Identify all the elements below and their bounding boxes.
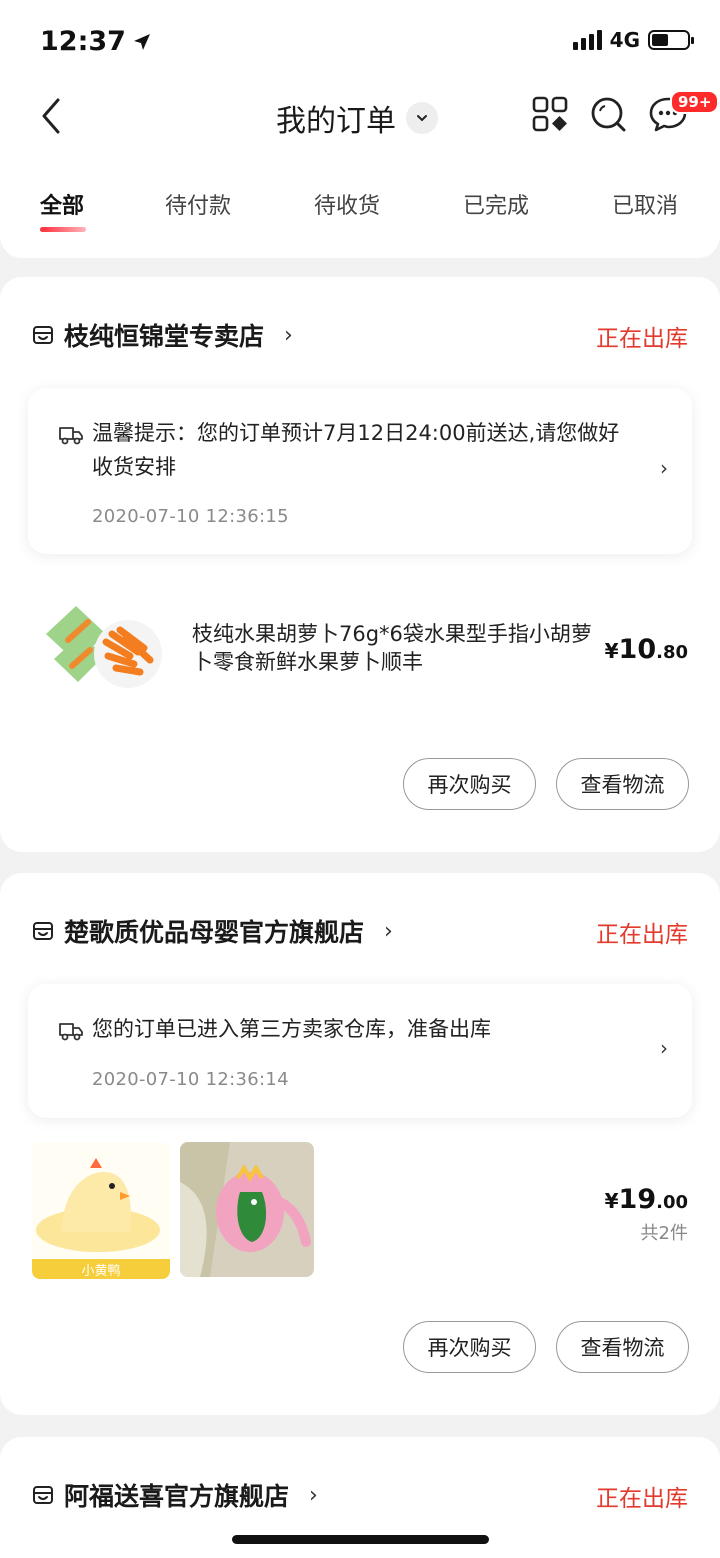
tip-text: 您的订单已进入第三方卖家仓库，准备出库 [92,1017,491,1041]
order-status: 正在出库 [596,922,688,948]
header-section: 12:37 4G 我的订单 99+ 全部 待付款 待收货 已完成 已取消 [0,0,720,258]
tab-all[interactable]: 全部 [40,188,84,220]
view-logistics-button[interactable]: 查看物流 [556,1321,689,1373]
order-card[interactable]: 楚歌质优品母婴官方旗舰店 › 正在出库 您的订单已进入第三方卖家仓库，准备出库 … [0,873,720,1415]
tab-pending-receipt[interactable]: 待收货 [314,188,380,220]
item-count: 共2件 [640,1223,688,1244]
active-tab-indicator [40,227,86,232]
page-title[interactable]: 我的订单 [276,96,438,140]
location-arrow-icon [133,33,150,50]
status-indicators: 4G [572,28,694,52]
chevron-right-icon: › [384,918,393,944]
chevron-down-icon[interactable] [406,102,438,134]
order-card[interactable]: 枝纯恒锦堂专卖店 › 正在出库 温馨提示：您的订单预计7月12日24:00前送达… [0,277,720,852]
shop-icon [33,1486,53,1504]
truck-icon [59,1023,83,1041]
back-arrow-icon[interactable] [34,94,74,138]
chevron-right-icon: › [660,456,668,480]
chevron-right-icon: › [660,1036,668,1060]
product-price: ¥19.00 [604,1184,688,1215]
product-title[interactable]: 枝纯水果胡萝卜76g*6袋水果型手指小胡萝卜零食新鲜水果萝卜顺丰 [192,620,592,676]
message-badge: 99+ [670,90,720,114]
product-image[interactable] [180,1142,314,1277]
tab-pending-payment[interactable]: 待付款 [165,188,231,220]
order-status: 正在出库 [596,326,688,352]
shop-name-link[interactable]: 阿福送喜官方旗舰店 › [32,1477,318,1513]
order-tabs: 全部 待付款 待收货 已完成 已取消 [0,188,720,228]
chevron-right-icon: › [284,322,293,348]
tab-completed[interactable]: 已完成 [463,188,529,220]
home-indicator[interactable] [232,1535,489,1544]
truck-icon [59,427,83,445]
shop-name-link[interactable]: 枝纯恒锦堂专卖店 › [32,317,293,353]
chevron-right-icon: › [309,1482,318,1508]
shop-name-link[interactable]: 楚歌质优品母婴官方旗舰店 › [32,913,393,949]
status-time: 12:37 [40,26,152,57]
buy-again-button[interactable]: 再次购买 [403,758,536,810]
network-type: 4G [609,28,640,52]
product-price: ¥10.80 [604,634,688,665]
order-status: 正在出库 [596,1486,688,1512]
battery-icon [648,30,694,50]
product-image[interactable]: 小黄鸭 [32,1142,170,1279]
view-logistics-button[interactable]: 查看物流 [556,758,689,810]
signal-icon [572,30,602,50]
tip-text: 温馨提示：您的订单预计7月12日24:00前送达,请您做好 收货安排 [92,421,620,479]
delivery-tip[interactable]: 您的订单已进入第三方卖家仓库，准备出库 2020-07-10 12:36:14 … [28,984,692,1118]
shop-icon [33,922,53,940]
buy-again-button[interactable]: 再次购买 [403,1321,536,1373]
delivery-tip[interactable]: 温馨提示：您的订单预计7月12日24:00前送达,请您做好 收货安排 2020-… [28,388,692,554]
apps-grid-icon[interactable] [530,94,570,134]
tip-timestamp: 2020-07-10 12:36:15 [92,506,289,527]
search-icon[interactable] [588,94,628,134]
product-image[interactable] [36,594,176,704]
image-caption: 小黄鸭 [81,1263,121,1279]
tip-timestamp: 2020-07-10 12:36:14 [92,1069,289,1090]
shop-icon [33,326,53,344]
tab-cancelled[interactable]: 已取消 [612,188,678,220]
